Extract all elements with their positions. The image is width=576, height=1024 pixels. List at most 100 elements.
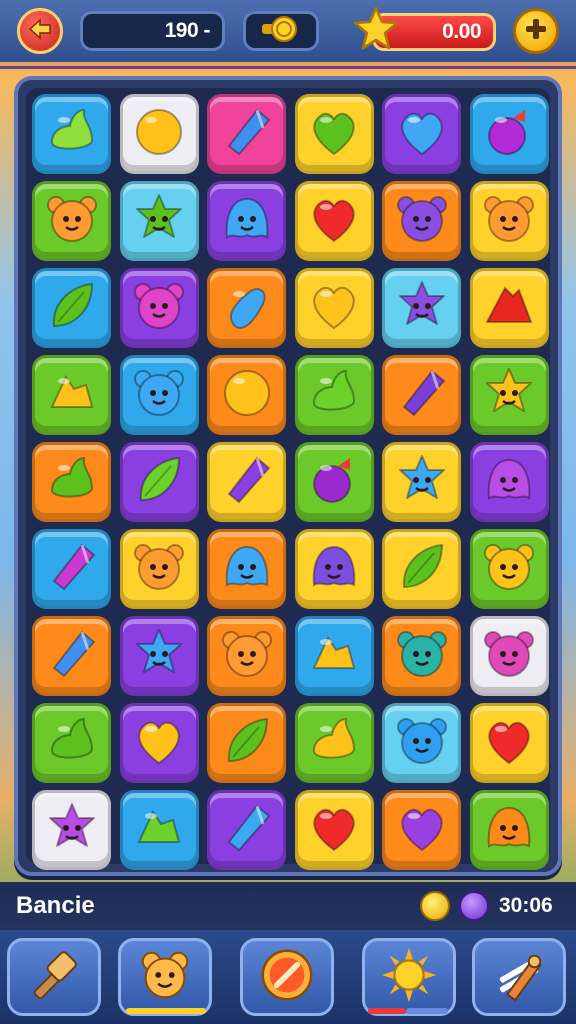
tile-bear[interactable] — [119, 268, 199, 348]
berry-icon — [304, 450, 364, 514]
tile-blob[interactable] — [207, 529, 286, 609]
tile-blob[interactable] — [469, 442, 549, 522]
blob-icon — [217, 189, 277, 253]
tile-leaf-drop[interactable] — [294, 703, 374, 783]
tile-heart[interactable] — [382, 94, 461, 174]
tile-star[interactable] — [382, 268, 461, 348]
tile-star[interactable] — [32, 790, 111, 870]
blob-icon — [304, 537, 364, 601]
tile-star[interactable] — [469, 355, 549, 435]
tile-crystal[interactable] — [32, 616, 111, 696]
bear-icon — [42, 189, 102, 253]
mountain-icon — [479, 276, 539, 340]
tile-crystal[interactable] — [32, 529, 111, 609]
tile-bolt[interactable] — [32, 355, 111, 435]
sun-booster-meter-track — [406, 1008, 448, 1014]
tile-leaf-drop[interactable] — [32, 703, 111, 783]
tile-bear[interactable] — [207, 616, 286, 696]
star-icon — [42, 798, 102, 862]
leaf-drop-icon — [42, 102, 102, 166]
tile-leaf[interactable] — [32, 268, 111, 348]
sun-booster[interactable] — [362, 938, 456, 1016]
tile-heart[interactable] — [294, 790, 374, 870]
blob-icon — [217, 537, 277, 601]
star-value: 0.00 — [442, 20, 481, 43]
bear-icon — [479, 537, 539, 601]
tile-bear[interactable] — [469, 181, 549, 261]
circle-icon — [217, 363, 277, 427]
crystal-icon — [217, 102, 277, 166]
tile-crystal[interactable] — [207, 94, 286, 174]
tile-crystal[interactable] — [207, 790, 286, 870]
tile-bear[interactable] — [119, 355, 199, 435]
tile-bean[interactable] — [207, 268, 286, 348]
sun-icon — [380, 946, 438, 1008]
tile-bear[interactable] — [382, 181, 461, 261]
tile-heart[interactable] — [294, 94, 374, 174]
tile-star[interactable] — [382, 442, 461, 522]
heart-icon — [304, 798, 364, 862]
blob-icon — [479, 450, 539, 514]
leaf-drop-icon — [304, 711, 364, 775]
tile-mountain[interactable] — [469, 268, 549, 348]
tile-bolt[interactable] — [119, 790, 199, 870]
tile-leaf[interactable] — [119, 442, 199, 522]
tile-bear[interactable] — [469, 616, 549, 696]
crystal-icon — [42, 624, 102, 688]
tile-bear[interactable] — [382, 703, 461, 783]
tile-blob[interactable] — [294, 529, 374, 609]
tile-leaf-drop[interactable] — [32, 442, 111, 522]
bear-booster[interactable] — [118, 938, 212, 1016]
coin-display[interactable] — [243, 11, 319, 51]
bear-icon — [392, 711, 452, 775]
bear-icon — [392, 189, 452, 253]
back-arrow-icon — [26, 15, 54, 47]
tile-blob[interactable] — [469, 790, 549, 870]
shuffle-booster[interactable] — [240, 938, 334, 1016]
tile-leaf-drop[interactable] — [32, 94, 111, 174]
tile-leaf[interactable] — [207, 703, 286, 783]
tile-crystal[interactable] — [382, 355, 461, 435]
add-currency-button[interactable] — [513, 8, 559, 54]
tile-circle[interactable] — [119, 94, 199, 174]
tile-leaf[interactable] — [382, 529, 461, 609]
timer: 30:06 — [499, 894, 553, 917]
tile-bear[interactable] — [32, 181, 111, 261]
heart-icon — [304, 276, 364, 340]
hammer-booster[interactable] — [7, 938, 101, 1016]
tile-blob[interactable] — [207, 181, 286, 261]
tile-berry[interactable] — [469, 94, 549, 174]
tile-heart[interactable] — [382, 790, 461, 870]
tile-bear[interactable] — [119, 529, 199, 609]
bean-icon — [217, 276, 277, 340]
bolt-icon — [304, 624, 364, 688]
tile-heart[interactable] — [294, 181, 374, 261]
coin-icon — [260, 14, 302, 48]
tile-circle[interactable] — [207, 355, 286, 435]
star-icon — [129, 624, 189, 688]
tile-heart[interactable] — [469, 703, 549, 783]
tile-bear[interactable] — [469, 529, 549, 609]
tile-star[interactable] — [119, 616, 199, 696]
tile-leaf-drop[interactable] — [294, 355, 374, 435]
heart-icon — [392, 102, 452, 166]
bolt-icon — [42, 363, 102, 427]
tile-bear[interactable] — [382, 616, 461, 696]
star-icon — [392, 450, 452, 514]
leaf-icon — [129, 450, 189, 514]
rocket-booster[interactable] — [472, 938, 566, 1016]
tile-bolt[interactable] — [294, 616, 374, 696]
leaf-drop-icon — [42, 711, 102, 775]
tile-berry[interactable] — [294, 442, 374, 522]
tile-grid — [26, 88, 550, 870]
tile-star[interactable] — [119, 181, 199, 261]
tile-crystal[interactable] — [207, 442, 286, 522]
leaf-drop-icon — [42, 450, 102, 514]
bear-icon — [129, 537, 189, 601]
bear-face-icon — [136, 946, 194, 1008]
back-button[interactable] — [17, 8, 63, 54]
tile-heart[interactable] — [294, 268, 374, 348]
berry-icon — [479, 102, 539, 166]
tile-heart[interactable] — [119, 703, 199, 783]
game-board — [14, 76, 562, 876]
